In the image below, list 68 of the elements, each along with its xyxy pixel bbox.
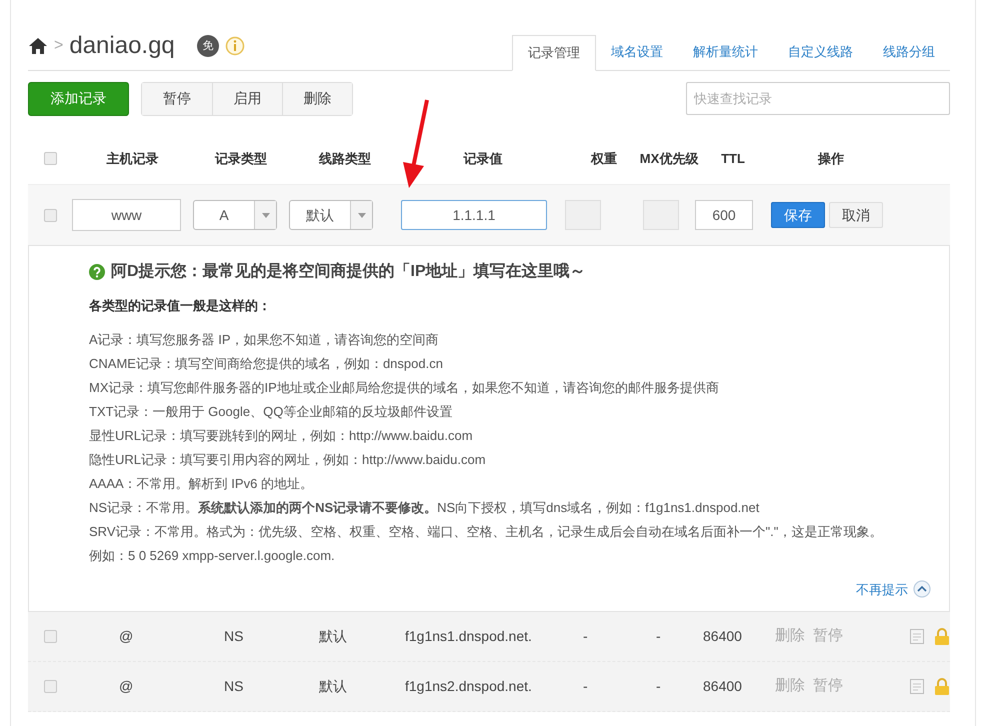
checkbox[interactable] (44, 152, 56, 165)
note-icon[interactable] (910, 679, 924, 694)
value-cell-text: f1g1ns1.dnspod.net. (405, 627, 532, 646)
toolbar-button[interactable]: 启用 (212, 82, 282, 114)
line-cell-text: 默认 (319, 627, 347, 646)
note-icon[interactable] (910, 629, 924, 644)
tip-line: MX记录：填写您邮件服务器的IP地址或企业邮局给您提供的域名，如果您不知道，请咨询您的邮件服务提供商 (89, 378, 720, 396)
free-badge: 免 (196, 35, 219, 57)
tip-line: NS记录：不常用。系统默认添加的两个NS记录请不要修改。NS向下授权，填写dns域名，例如：f1g1ns1.dnspod.net (89, 498, 760, 517)
home-icon[interactable] (28, 37, 48, 55)
weight-cell-text: - (583, 677, 588, 696)
tip-line: SRV记录：不常用。格式为：优先级、空格、权重、空格、端口、空格、主机名，记录生成后会自动在域名后面补一个"."，这是正常现象。例如：5 0 5269 xmpp-server.l.google.com. (89, 522, 884, 565)
ttl-cell-text: 86400 (703, 627, 742, 646)
tip-line: 显性URL记录：填写要跳转到的网址，例如：http://www.baidu.com (89, 426, 474, 445)
chevron-up-icon[interactable] (913, 580, 931, 598)
checkbox[interactable] (44, 208, 56, 222)
search-field[interactable]: 快速查找记录 (686, 82, 950, 115)
tab[interactable]: 域名设置 (596, 34, 678, 70)
tab[interactable]: 记录管理 (512, 35, 596, 71)
lock-icon[interactable] (934, 628, 950, 645)
checkbox[interactable] (44, 630, 56, 643)
value-cell-text: f1g1ns2.dnspod.net. (405, 677, 532, 696)
cancel-button[interactable]: 取消 (829, 202, 883, 228)
column-header: 记录类型 (215, 150, 267, 168)
checkbox[interactable] (44, 680, 56, 693)
host-cell-text: @ (119, 677, 134, 696)
tip-subtitle: 各类型的记录值一般是这样的： (89, 297, 272, 315)
column-header: TTL (721, 150, 745, 168)
add-record-button[interactable]: 添加记录 (28, 82, 129, 116)
mx-cell-text: - (656, 677, 661, 696)
caret-icon (262, 212, 270, 218)
record-type-select[interactable]: A (193, 200, 277, 230)
tip-title: 阿D提示您：最常见的是将空间商提供的「IP地址」填写在这里哦～ (111, 261, 586, 282)
tab[interactable]: 解析量统计 (678, 34, 773, 70)
host-field[interactable]: www (72, 199, 181, 231)
column-header: MX优先级 (640, 150, 698, 168)
type-cell-text: NS (224, 677, 244, 696)
tip-line: CNAME记录：填写空间商给您提供的域名，例如：dnspod.cn (89, 354, 444, 373)
tip-line: TXT记录：一般用于 Google、QQ等企业邮箱的反垃圾邮件设置 (89, 402, 454, 421)
breadcrumb-separator: > (54, 36, 64, 56)
column-header: 权重 (591, 150, 617, 168)
tip-line: A记录：填写您服务器 IP，如果您不知道，请咨询您的空间商 (89, 330, 440, 348)
host-cell-text: @ (119, 627, 134, 646)
lock-icon[interactable] (934, 678, 950, 695)
ttl-cell-text: 86400 (703, 677, 742, 696)
mx-cell-text: - (656, 627, 661, 646)
column-header: 主机记录 (106, 150, 158, 168)
record-value-field[interactable]: 1.1.1.1 (401, 200, 547, 230)
caret-icon (358, 212, 366, 218)
info-icon[interactable] (224, 36, 245, 56)
column-header: 记录值 (464, 150, 502, 168)
help-icon (89, 264, 105, 280)
line-cell-text: 默认 (319, 677, 347, 696)
tab[interactable]: 线路分组 (868, 34, 950, 70)
dismiss-link[interactable]: 不再提示 (856, 580, 908, 599)
toolbar-button[interactable]: 删除 (282, 82, 352, 114)
type-cell-text: NS (224, 627, 244, 646)
line-type-select[interactable]: 默认 (289, 200, 373, 230)
tip-line: AAAA：不常用。解析到 IPv6 的地址。 (89, 474, 314, 492)
ttl-field[interactable]: 600 (695, 200, 753, 230)
tab[interactable]: 自定义线路 (773, 34, 868, 70)
column-header: 操作 (818, 150, 844, 168)
tip-line: 隐性URL记录：填写要引用内容的网址，例如：http://www.baidu.com (89, 450, 487, 469)
domain-title: daniao.gq (69, 31, 175, 61)
toolbar-button[interactable]: 暂停 (142, 82, 212, 114)
column-header: 线路类型 (319, 150, 371, 168)
weight-cell-text: - (583, 627, 588, 646)
save-button[interactable]: 保存 (771, 202, 825, 228)
